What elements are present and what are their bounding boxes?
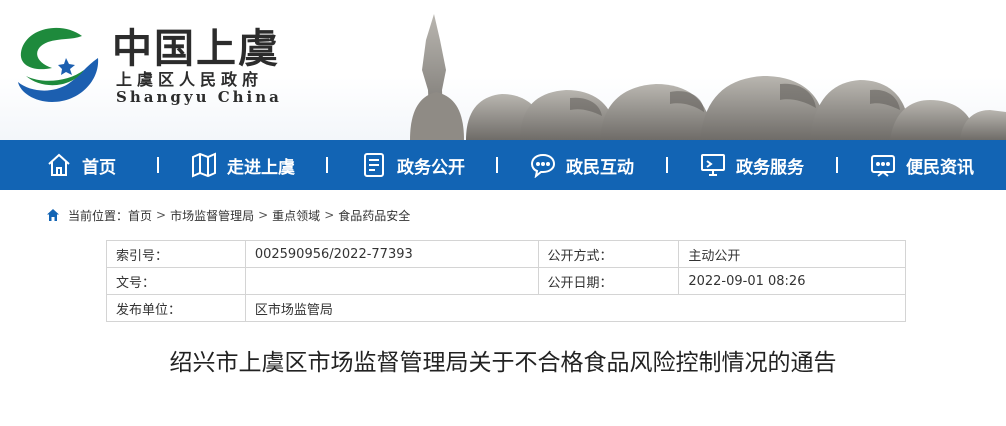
article-title: 绍兴市上虞区市场监督管理局关于不合格食品风险控制情况的通告 [169,350,837,376]
home-icon [47,209,59,221]
nav-label: 政务公开 [397,157,465,178]
nav-label: 首页 [82,157,116,178]
breadcrumb-separator: > [156,208,167,222]
disclosure-method-value: 主动公开 [678,240,906,268]
nav-divider [157,157,159,173]
nav-item-home[interactable]: 首页 [46,140,116,190]
publisher-label: 发布单位： [106,294,246,322]
main-navigation: 首页 走进上虞 政务公开 政民互动 政务服务 便民资讯 [0,140,1006,190]
nav-item-services[interactable]: 政务服务 [700,140,804,190]
breadcrumb-link-home[interactable]: 首页 [128,207,152,224]
nav-item-about[interactable]: 走进上虞 [191,140,295,190]
site-header: 中国上虞 上虞区人民政府 Shangyu China [0,0,1006,140]
index-number-label: 索引号： [106,240,246,268]
nav-label: 政务服务 [736,157,804,178]
document-number-label: 文号： [106,267,246,295]
logo-subtitle: 上虞区人民政府 [116,70,264,89]
nav-divider [496,157,498,173]
table-row: 文号： 公开日期： 2022-09-01 08:26 [106,267,906,295]
publish-date-label: 公开日期： [537,267,680,295]
document-number-value [244,267,539,295]
elephant-sculpture-image [410,14,1006,140]
publish-date-value: 2022-09-01 08:26 [678,267,906,295]
map-icon [192,152,216,178]
document-metadata-table: 索引号： 002590956/2022-77393 公开方式： 主动公开 文号：… [106,240,907,322]
breadcrumb-separator: > [324,208,335,222]
breadcrumb-separator: > [258,208,269,222]
nav-divider [836,157,838,173]
home-icon [48,153,70,176]
shangyu-logo-icon[interactable] [12,18,104,110]
index-number-value: 002590956/2022-77393 [244,240,539,268]
document-icon [364,153,384,177]
logo-english: Shangyu China [116,88,282,106]
nav-divider [326,157,328,173]
nav-item-interaction[interactable]: 政民互动 [530,140,634,190]
table-row: 发布单位： 区市场监管局 [106,294,907,322]
nav-item-gov-info[interactable]: 政务公开 [361,140,465,190]
info-icon [871,155,895,177]
nav-label: 政民互动 [566,157,634,178]
nav-label: 便民资讯 [906,157,974,178]
nav-item-news[interactable]: 便民资讯 [870,140,974,190]
breadcrumb-link-food-drug-safety[interactable]: 食品药品安全 [338,207,410,224]
disclosure-method-label: 公开方式： [537,240,680,268]
breadcrumb-link-bureau[interactable]: 市场监督管理局 [170,207,254,224]
breadcrumb-prefix: 当前位置： [68,208,129,223]
breadcrumb-link-focus-areas[interactable]: 重点领域 [272,207,320,224]
breadcrumb: 当前位置： 首页 > 市场监督管理局 > 重点领域 > 食品药品安全 [46,206,410,224]
nav-divider [666,157,668,173]
publisher-value: 区市场监管局 [244,294,907,322]
nav-label: 走进上虞 [227,157,295,178]
chat-icon [530,153,556,178]
table-row: 索引号： 002590956/2022-77393 公开方式： 主动公开 [106,240,906,268]
monitor-icon [701,154,725,176]
